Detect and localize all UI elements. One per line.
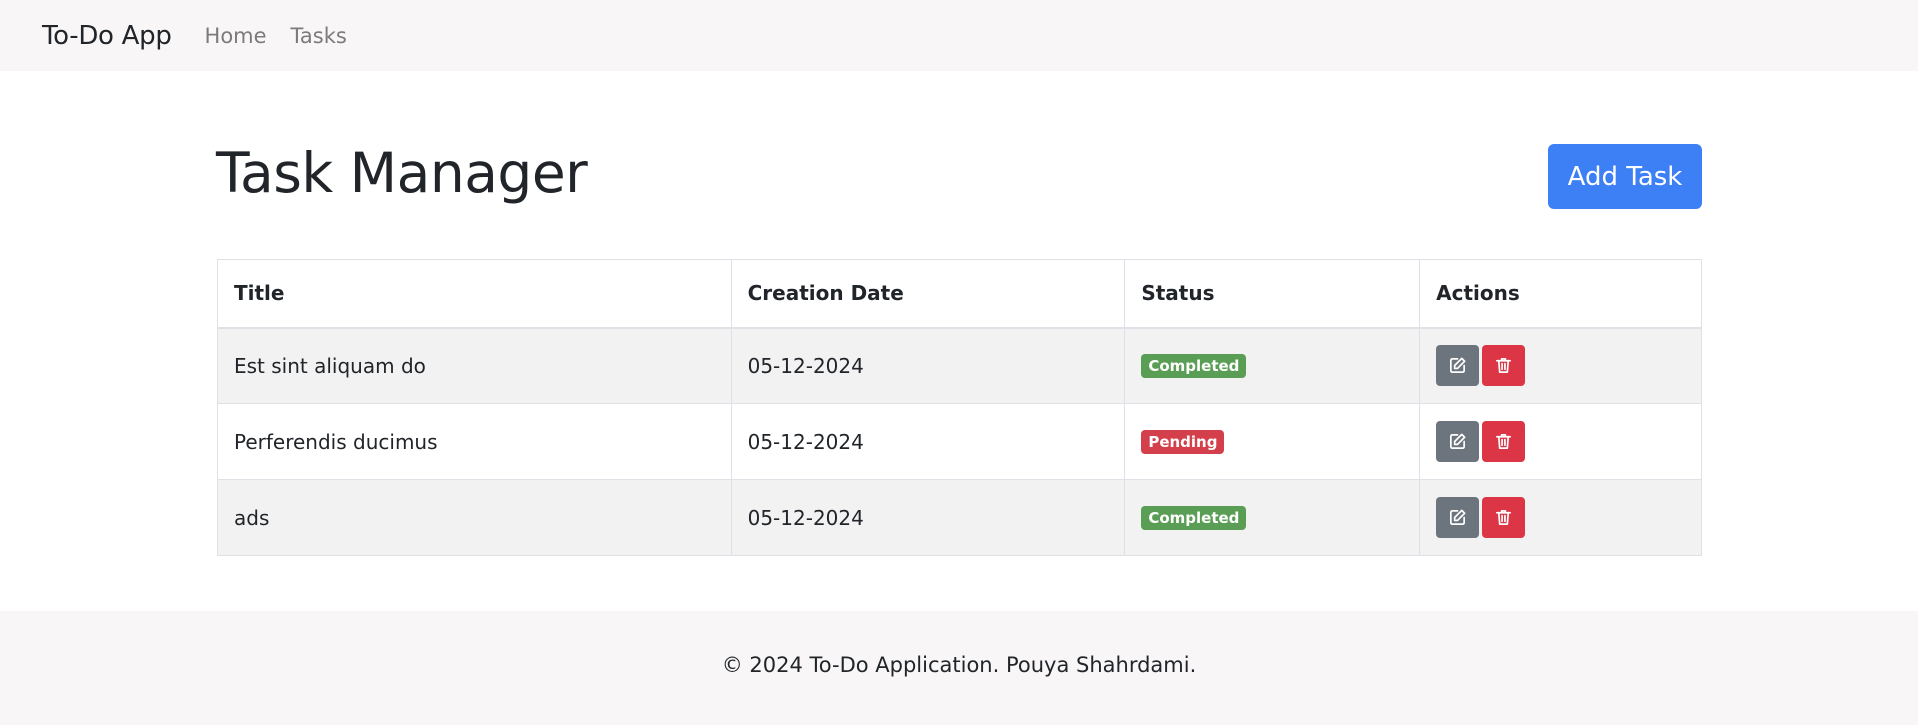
edit-icon — [1450, 433, 1466, 450]
footer: © 2024 To-Do Application. Pouya Shahrdam… — [0, 611, 1918, 725]
edit-icon — [1450, 357, 1466, 374]
task-date-cell: 05-12-2024 — [730, 403, 1126, 480]
navbar: To-Do App Home Tasks — [0, 0, 1918, 71]
table-body: Est sint aliquam do 05-12-2024 Completed — [217, 327, 1702, 556]
status-badge: Pending — [1141, 429, 1225, 454]
nav-link-tasks[interactable]: Tasks — [291, 24, 347, 48]
add-task-button[interactable]: Add Task — [1548, 144, 1702, 209]
edit-task-button[interactable] — [1436, 345, 1480, 387]
delete-task-button[interactable] — [1482, 345, 1526, 387]
column-header-status: Status — [1124, 259, 1421, 329]
table-row: Est sint aliquam do 05-12-2024 Completed — [217, 327, 1702, 404]
task-status-cell: Completed — [1124, 327, 1421, 404]
column-header-title: Title — [217, 259, 732, 329]
task-title-cell: Est sint aliquam do — [217, 327, 732, 404]
column-header-actions: Actions — [1419, 259, 1702, 329]
footer-copyright: © 2024 To-Do Application. Pouya Shahrdam… — [721, 653, 1197, 677]
edit-icon — [1450, 509, 1466, 526]
edit-task-button[interactable] — [1436, 421, 1480, 462]
trash-icon — [1496, 433, 1512, 450]
table-row: Perferendis ducimus 05-12-2024 Pending — [217, 403, 1702, 480]
table-row: ads 05-12-2024 Completed — [217, 479, 1702, 556]
brand-link[interactable]: To-Do App — [42, 21, 172, 51]
nav-link-home[interactable]: Home — [205, 24, 267, 48]
task-actions-cell — [1419, 403, 1702, 480]
delete-task-button[interactable] — [1482, 497, 1526, 538]
table-header-row: Title Creation Date Status Actions — [217, 259, 1702, 329]
delete-task-button[interactable] — [1482, 421, 1526, 462]
task-status-cell: Pending — [1124, 403, 1421, 480]
task-date-cell: 05-12-2024 — [730, 327, 1126, 404]
column-header-creation-date: Creation Date — [730, 259, 1126, 329]
status-badge: Completed — [1141, 505, 1247, 530]
task-title-cell: Perferendis ducimus — [217, 403, 732, 480]
trash-icon — [1496, 509, 1512, 526]
edit-task-button[interactable] — [1436, 497, 1480, 538]
task-table-container: Title Creation Date Status Actions Est s… — [217, 259, 1702, 556]
task-title-cell: ads — [217, 479, 732, 556]
status-badge: Completed — [1141, 353, 1247, 378]
task-table: Title Creation Date Status Actions Est s… — [217, 259, 1702, 556]
page-title: Task Manager — [216, 141, 588, 205]
table-header: Title Creation Date Status Actions — [217, 259, 1702, 329]
task-actions-cell — [1419, 327, 1702, 404]
task-actions-cell — [1419, 479, 1702, 556]
task-status-cell: Completed — [1124, 479, 1421, 556]
task-date-cell: 05-12-2024 — [730, 479, 1126, 556]
trash-icon — [1496, 358, 1512, 374]
